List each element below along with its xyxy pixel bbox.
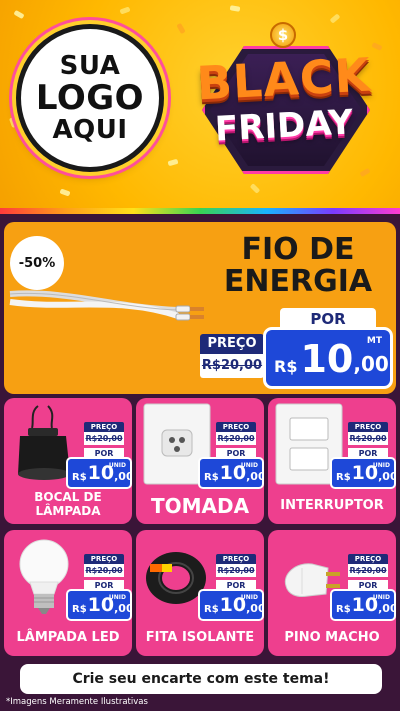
currency-symbol: R$ [274,357,298,376]
hero-product-title: FIO DE ENERGIA [204,234,392,297]
product-card-tomada: PREÇO R$20,00 POR R$ 10,00 UNID TOMADA [136,398,264,524]
current-price: R$ 10,00 UNID [332,591,396,619]
old-price: R$20,00 [348,564,388,577]
price-integer: 10 [300,337,354,381]
disclaimer-note: *Imagens Meramente Ilustrativas [6,697,148,707]
price-decimal: ,00 [114,470,132,483]
preco-label: PREÇO [348,422,388,432]
product-name: FITA ISOLANTE [145,630,255,645]
currency-symbol: R$ [72,472,87,483]
preco-label: PREÇO [216,422,256,432]
price-unit: UNID [240,462,258,469]
hero-title-line2: ENERGIA [223,263,373,299]
hero-title-line1: FIO DE [241,232,355,267]
old-price-value: R$20,00 [217,434,255,443]
black-friday-badge: $ BLACK FRIDAY [180,18,388,178]
price-decimal: ,00 [378,470,396,483]
por-label: POR [348,448,388,459]
current-price: R$ 10,00 UNID [200,459,264,487]
logo-text-line1: SUA [59,50,121,81]
price-unit: UNID [108,594,126,601]
currency-symbol: R$ [72,604,87,615]
preco-label: PREÇO [348,554,388,564]
product-card-lampada-led: PREÇO R$20,00 POR R$ 10,00 UNID LÂMPADA LED [4,530,132,656]
product-name: TOMADA [150,494,250,518]
current-price: R$ 10,00 UNID [200,591,264,619]
currency-symbol: R$ [204,604,219,615]
currency-symbol: R$ [336,604,351,615]
product-card-interruptor: PREÇO R$20,00 POR R$ 10,00 UNID INTERRUPTOR [268,398,396,524]
por-label: POR [216,580,256,591]
old-price: R$20,00 [84,432,124,445]
price-unit: UNID [372,462,390,469]
logo-text-line3: AQUI [52,115,128,146]
old-price: R$20,00 [216,564,256,577]
currency-symbol: R$ [204,472,219,483]
product-card-bocal-de-lampada: PREÇO R$20,00 POR R$ 10,00 UNID BOCAL DE LÂMPAD… [4,398,132,524]
confetti-decoration [249,183,261,194]
confetti-decoration [8,116,18,129]
hero-offer-card: -50% FIO DE ENERGIA POR PREÇO R$20,00 R$… [4,222,396,394]
logo-placeholder: SUA LOGO AQUI [16,24,164,172]
product-name: BOCAL DE LÂMPADA [4,490,132,518]
price-unit: UNID [372,594,390,601]
por-label: POR [84,448,124,459]
product-name: PINO MACHO [284,630,380,645]
rainbow-divider [0,208,400,214]
price-decimal: ,00 [378,602,396,615]
old-price: R$20,00 [84,564,124,577]
preco-label: PREÇO [216,554,256,564]
product-name: LÂMPADA LED [16,630,120,645]
por-label: POR [216,448,256,459]
old-price-value: R$20,00 [349,566,387,575]
currency-symbol: R$ [336,472,351,483]
price-decimal: ,00 [353,352,389,376]
coin-icon: $ [270,22,296,48]
confetti-decoration [119,6,131,15]
por-label: POR [280,308,376,330]
preco-label: PREÇO [84,554,124,564]
old-price: R$20,00 [348,432,388,445]
logo-text-line2: LOGO [35,77,145,118]
current-price: R$ 10,00 UNID [332,459,396,487]
old-price-value: R$20,00 [85,566,123,575]
product-name: INTERRUPTOR [280,498,384,513]
old-price-value: R$20,00 [85,434,123,443]
por-label: POR [348,580,388,591]
current-price: R$ 10,00 UNID [68,591,132,619]
confetti-decoration [229,5,241,12]
por-label: POR [84,580,124,591]
product-card-pino-macho: PREÇO R$20,00 POR R$ 10,00 UNID PINO MACHO [268,530,396,656]
preco-label: PREÇO [200,334,264,354]
cta-banner[interactable]: Crie seu encarte com este tema! [20,664,382,694]
confetti-decoration [13,9,25,20]
product-name-line2: LÂMPADA [35,504,101,518]
price-unit: MT [366,336,382,346]
old-price-value: R$20,00 [217,566,255,575]
product-card-fita-isolante: PREÇO R$20,00 POR R$ 10,00 UNID FITA ISOLANTE [136,530,264,656]
product-name-line1: BOCAL DE [34,490,102,504]
current-price: R$ 10 ,00 MT [266,330,390,386]
price-decimal: ,00 [246,470,264,483]
price-decimal: ,00 [114,602,132,615]
price-unit: UNID [108,462,126,469]
price-unit: UNID [240,594,258,601]
preco-label: PREÇO [84,422,124,432]
old-price: R$20,00 [216,432,256,445]
confetti-decoration [167,158,179,167]
confetti-decoration [59,188,71,197]
old-price-value: R$20,00 [201,358,263,373]
old-price: R$20,00 [200,354,264,378]
price-decimal: ,00 [246,602,264,615]
electric-wire-image [9,290,204,321]
old-price-value: R$20,00 [349,434,387,443]
header-banner: SUA LOGO AQUI $ BLACK FRIDAY [0,0,400,212]
current-price: R$ 10,00 UNID [68,459,132,487]
